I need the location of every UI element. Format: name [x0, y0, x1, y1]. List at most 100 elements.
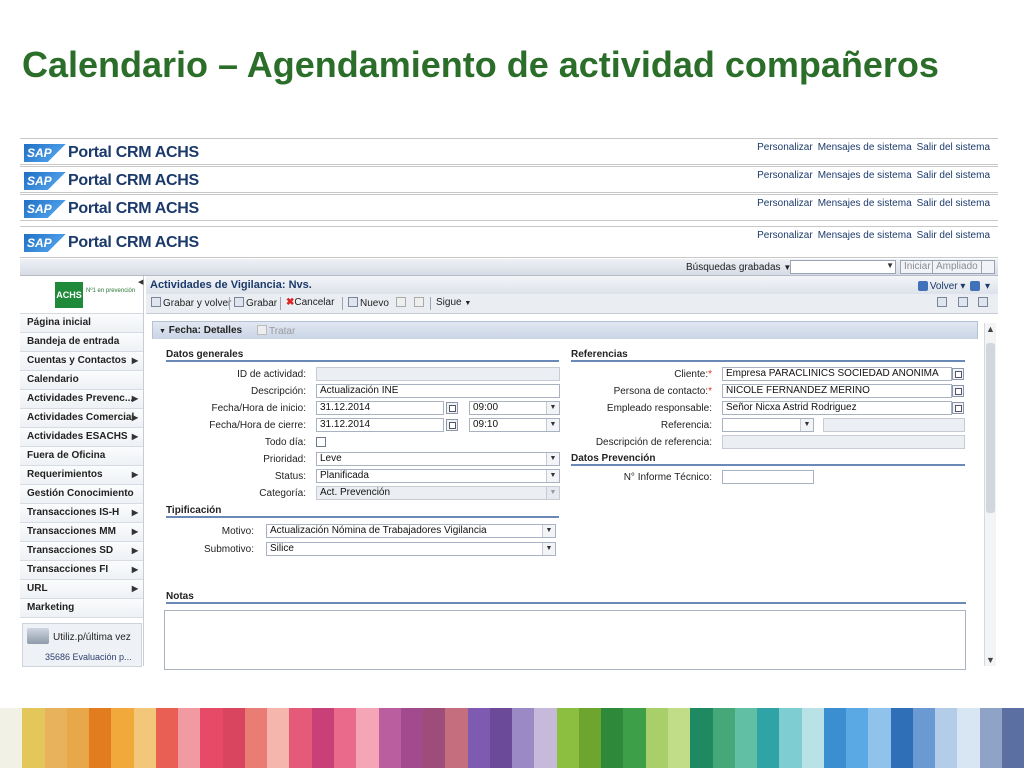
value-help-icon[interactable]	[952, 385, 964, 397]
sidebar-item[interactable]: Bandeja de entrada	[20, 333, 143, 352]
cancel-button[interactable]: ✖Cancelar	[286, 297, 334, 308]
logout-link[interactable]: Salir del sistema	[917, 170, 990, 181]
recent-items-panel: Utiliz.p/última vez 35686 Evaluación p..…	[22, 623, 142, 667]
personalize-link[interactable]: Personalizar	[757, 170, 813, 181]
portal-title: Portal CRM ACHS	[68, 200, 199, 217]
stripe	[623, 708, 646, 768]
start-time-field[interactable]: 09:00 ▼	[469, 401, 560, 415]
list-icon[interactable]	[937, 297, 948, 307]
value-help-icon[interactable]	[952, 402, 964, 414]
sidebar-item[interactable]: URL ▶	[20, 580, 143, 599]
sidebar-item[interactable]: Transacciones IS-H ▶	[20, 504, 143, 523]
collapse-sidebar-icon[interactable]: ◀	[138, 278, 143, 286]
status-select[interactable]: Planificada ▼	[316, 469, 560, 483]
scrollbar[interactable]: ▲ ▼	[984, 323, 996, 666]
notes-section-header: Notas	[166, 591, 966, 604]
personalize-link[interactable]: Personalizar	[757, 142, 813, 153]
stripe	[890, 708, 913, 768]
sidebar-item[interactable]: Fuera de Oficina	[20, 447, 143, 466]
report-number-field[interactable]	[722, 470, 814, 484]
sidebar-item[interactable]: Gestión Conocimiento	[20, 485, 143, 504]
sidebar-item[interactable]: Actividades Prevenc... ▶	[20, 390, 143, 409]
logout-link[interactable]: Salir del sistema	[917, 142, 990, 153]
sidebar-item[interactable]: Actividades Comercial ▶	[20, 409, 143, 428]
sidebar-item-label: Transacciones MM	[27, 526, 116, 537]
system-messages-link[interactable]: Mensajes de sistema	[818, 230, 912, 241]
notes-textarea[interactable]	[164, 610, 966, 670]
system-messages-link[interactable]: Mensajes de sistema	[818, 170, 912, 181]
copy-icon[interactable]	[414, 297, 426, 309]
sidebar-item[interactable]: Página inicial	[20, 314, 143, 333]
stripe	[979, 708, 1002, 768]
scroll-thumb[interactable]	[986, 343, 995, 513]
sidebar-item[interactable]: Requerimientos ▶	[20, 466, 143, 485]
logout-link[interactable]: Salir del sistema	[917, 198, 990, 209]
saved-searches-label[interactable]: Búsquedas grabadas ▼	[686, 262, 791, 273]
forward-icon[interactable]	[970, 281, 981, 292]
sidebar-item-label: Requerimientos	[27, 469, 103, 480]
contact-field[interactable]: NICOLE FERNÁNDEZ MERIÑO	[722, 384, 952, 398]
advanced-search-button[interactable]: Ampliado	[932, 260, 982, 274]
reference-label: Referencia:	[660, 420, 712, 431]
recent-item-link[interactable]: 35686 Evaluación p...	[45, 652, 132, 662]
priority-select[interactable]: Leve ▼	[316, 452, 560, 466]
main-panel: Actividades de Vigilancia: Nvs. Volver ▾…	[146, 276, 998, 670]
sidebar-item-label: Actividades Prevenc...	[27, 393, 134, 404]
sidebar-item[interactable]: Marketing	[20, 599, 143, 618]
stripe	[512, 708, 535, 768]
personalize-link[interactable]: Personalizar	[757, 230, 813, 241]
reference-desc-field	[722, 435, 965, 449]
end-time-field[interactable]: 09:10 ▼	[469, 418, 560, 432]
motive-select[interactable]: Actualización Nómina de Trabajadores Vig…	[266, 524, 556, 538]
stripe	[423, 708, 446, 768]
scroll-up-icon[interactable]: ▲	[986, 324, 995, 334]
stripe	[66, 708, 90, 768]
saved-search-select[interactable]: ▼	[790, 260, 896, 274]
chevron-down-icon: ▼	[546, 487, 559, 499]
end-date-field[interactable]: 31.12.2014	[316, 418, 444, 432]
history-icon	[27, 628, 49, 644]
stripe	[1001, 708, 1024, 768]
edit-icon[interactable]	[957, 297, 968, 307]
page-title: Actividades de Vigilancia: Nvs. Volver ▾…	[146, 276, 998, 294]
system-messages-link[interactable]: Mensajes de sistema	[818, 142, 912, 153]
new-button[interactable]: Nuevo	[348, 297, 389, 309]
tab-fecha-detalles[interactable]: ▼ Fecha: Detalles	[159, 325, 242, 336]
calendar-icon[interactable]	[446, 402, 458, 414]
print-icon[interactable]	[978, 297, 988, 307]
sidebar: ACHS Nº1 en prevención Página inicial Ban…	[20, 276, 144, 667]
sap-logo: SAP	[24, 200, 66, 218]
description-field[interactable]: Actualización INE	[316, 384, 560, 398]
trash-icon[interactable]	[981, 260, 995, 274]
employee-field[interactable]: Señor Nicxa Astrid Rodriguez	[722, 401, 952, 415]
sidebar-item[interactable]: Transacciones FI ▶	[20, 561, 143, 580]
start-date-field[interactable]: 31.12.2014	[316, 401, 444, 415]
personalize-link[interactable]: Personalizar	[757, 198, 813, 209]
next-menu-button[interactable]: Sigue ▼	[436, 297, 471, 308]
save-button[interactable]: Grabar	[234, 297, 277, 309]
client-field[interactable]: Empresa PARACLINICS SOCIEDAD ANONIMA	[722, 367, 952, 381]
reference-type-select[interactable]: ▼	[722, 418, 814, 432]
sidebar-item[interactable]: Transacciones SD ▶	[20, 542, 143, 561]
all-day-checkbox[interactable]	[316, 437, 326, 447]
recent-title: Utiliz.p/última vez	[53, 632, 131, 643]
save-and-back-button[interactable]: Grabar y volver	[151, 297, 231, 309]
chevron-down-icon: ▼	[542, 543, 555, 555]
description-label: Descripción:	[250, 386, 306, 397]
tab-tratar[interactable]: Tratar	[257, 325, 295, 337]
employee-label: Empleado responsable:	[606, 403, 712, 414]
calendar-icon[interactable]	[446, 419, 458, 431]
sidebar-item[interactable]: Actividades ESACHS ▶	[20, 428, 143, 447]
chevron-right-icon: ▶	[131, 356, 138, 365]
logout-link[interactable]: Salir del sistema	[917, 230, 990, 241]
submotive-select[interactable]: Silice ▼	[266, 542, 556, 556]
sidebar-item[interactable]: Cuentas y Contactos ▶	[20, 352, 143, 371]
scroll-down-icon[interactable]: ▼	[986, 655, 995, 665]
delete-icon[interactable]	[396, 297, 408, 309]
system-messages-link[interactable]: Mensajes de sistema	[818, 198, 912, 209]
value-help-icon[interactable]	[952, 368, 964, 380]
sidebar-item[interactable]: Transacciones MM ▶	[20, 523, 143, 542]
start-search-button[interactable]: Iniciar	[900, 260, 935, 274]
back-button[interactable]: Volver	[930, 281, 958, 292]
sidebar-item[interactable]: Calendario	[20, 371, 143, 390]
